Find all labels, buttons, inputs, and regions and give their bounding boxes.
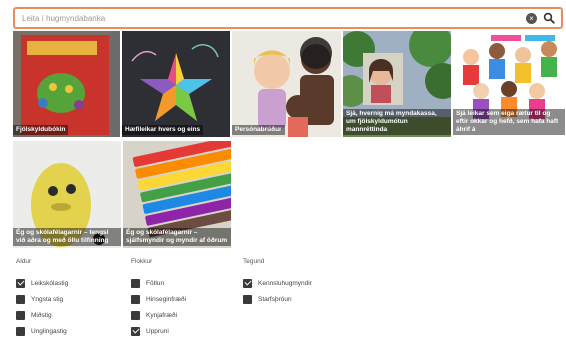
tile-caption: Ég og skólafélagarnir – tengsl við aðra … (13, 228, 121, 246)
checkbox[interactable] (16, 278, 25, 288)
tile-caption: Ég og skólafélagarnir – sjálfsmyndir og … (123, 228, 231, 246)
filter-option[interactable]: Starfsþróun (243, 291, 312, 307)
filter-group-flokkur: Flokkur Fötlun Hinseginfræði Kynjafræði … (131, 258, 186, 339)
checkbox[interactable] (131, 326, 140, 336)
filter-option[interactable]: Miðstig (16, 307, 68, 323)
filter-option-label: Unglingastig (31, 327, 67, 335)
result-tile[interactable]: Ég og skólafélagarnir – tengsl við aðra … (13, 141, 121, 248)
checkbox[interactable] (131, 310, 140, 320)
checkbox[interactable] (16, 310, 25, 320)
result-tile[interactable]: Sjá, hvernig má myndakassa, um fjölskyld… (343, 31, 451, 137)
filter-option-label: Kennsluhugmyndir (258, 279, 312, 287)
filter-option[interactable]: Fötlun (131, 275, 186, 291)
filter-option-label: Yngsta stig (31, 295, 64, 303)
close-circle-icon[interactable]: × (526, 12, 537, 24)
tile-caption: Persónabrúður (232, 125, 285, 135)
filter-option[interactable]: Unglingastig (16, 323, 68, 339)
filter-group-tegund: Tegund Kennsluhugmyndir Starfsþróun (243, 258, 312, 307)
filter-option-label: Starfsþróun (258, 295, 292, 303)
filter-heading: Aldur (16, 258, 32, 265)
filter-option[interactable]: Yngsta stig (16, 291, 68, 307)
tile-caption: Fjölskyldubókin (13, 125, 69, 135)
result-tile[interactable]: Hæfileikar hvers og eins (122, 31, 230, 137)
checkbox[interactable] (243, 278, 252, 288)
result-tile[interactable]: Persónabrúður (232, 31, 341, 137)
filter-option[interactable]: Hinseginfræði (131, 291, 186, 307)
filter-option-label: Miðstig (31, 311, 52, 319)
filter-option-label: Kynjafræði (146, 311, 178, 319)
filter-option-label: Uppruni (146, 327, 169, 335)
tile-caption: Sjá, hvernig má myndakassa, um fjölskyld… (343, 109, 451, 135)
star-image (122, 31, 230, 137)
checkbox[interactable] (16, 326, 25, 336)
filter-group-aldur: Aldur Leikskólastig Yngsta stig Miðstig … (16, 258, 68, 339)
checkbox[interactable] (131, 278, 140, 288)
filter-heading: Flokkur (131, 258, 153, 265)
filter-option[interactable]: Uppruni (131, 323, 186, 339)
filter-heading: Tegund (243, 258, 265, 265)
tile-caption: Sjá leikar sem eiga rætur til og eftir o… (453, 109, 565, 135)
checkbox[interactable] (243, 294, 252, 304)
filter-option[interactable]: Kynjafræði (131, 307, 186, 323)
checkbox[interactable] (131, 294, 140, 304)
filter-option-label: Fötlun (146, 279, 165, 287)
filter-option-label: Leikskólastig (31, 279, 69, 287)
search-bar: × (13, 7, 563, 29)
checkbox[interactable] (16, 294, 25, 304)
filter-option[interactable]: Leikskólastig (16, 275, 68, 291)
search-icon[interactable] (543, 12, 555, 24)
dolls-image (232, 31, 341, 137)
tile-caption: Hæfileikar hvers og eins (122, 125, 204, 135)
result-tile[interactable]: Ég og skólafélagarnir – sjálfsmyndir og … (123, 141, 231, 248)
filter-option[interactable]: Kennsluhugmyndir (243, 275, 312, 291)
result-tile[interactable]: Sjá leikar sem eiga rætur til og eftir o… (453, 31, 565, 137)
search-input[interactable] (22, 13, 526, 23)
result-tile[interactable]: Fjölskyldubókin (13, 31, 120, 137)
filter-option-label: Hinseginfræði (146, 295, 187, 303)
book-cover-image (13, 31, 120, 137)
